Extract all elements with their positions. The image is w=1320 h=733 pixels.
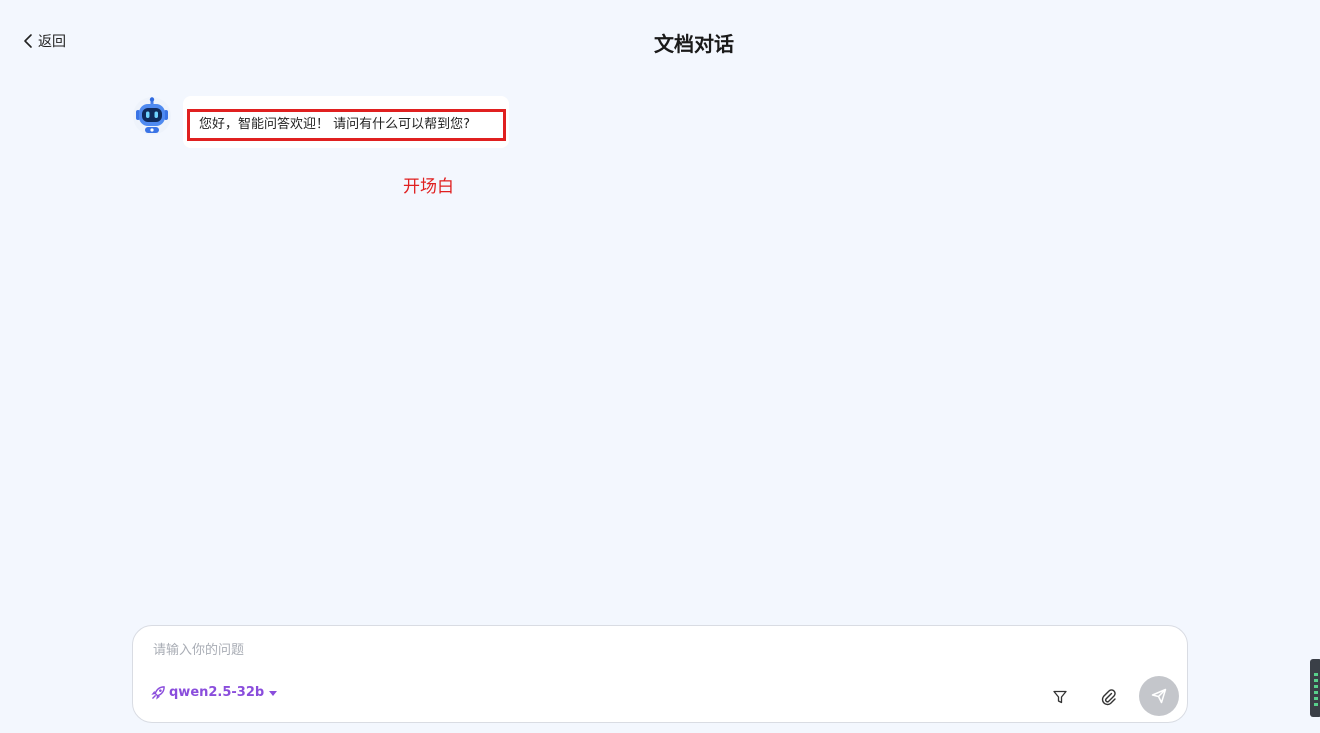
chat-composer: qwen2.5-32b [132,625,1188,723]
attach-button[interactable] [1098,686,1120,708]
send-button[interactable] [1139,676,1179,716]
model-selector[interactable]: qwen2.5-32b [151,685,279,700]
caret-down-icon [269,690,278,696]
send-icon [1151,688,1167,704]
model-label: qwen2.5-32b [169,685,265,700]
filter-button[interactable] [1049,686,1071,708]
paperclip-icon [1101,689,1116,706]
robot-avatar-icon [132,96,172,136]
question-input[interactable] [153,638,1033,662]
opening-remark-annotation: 开场白 [403,177,454,197]
filter-icon [1053,690,1067,704]
page-title: 文档对话 [654,32,734,56]
rocket-icon [151,686,165,700]
side-status-widget[interactable] [1310,659,1320,717]
assistant-message-text: 您好，智能问答欢迎！ 请问有什么可以帮到您? [187,109,506,141]
